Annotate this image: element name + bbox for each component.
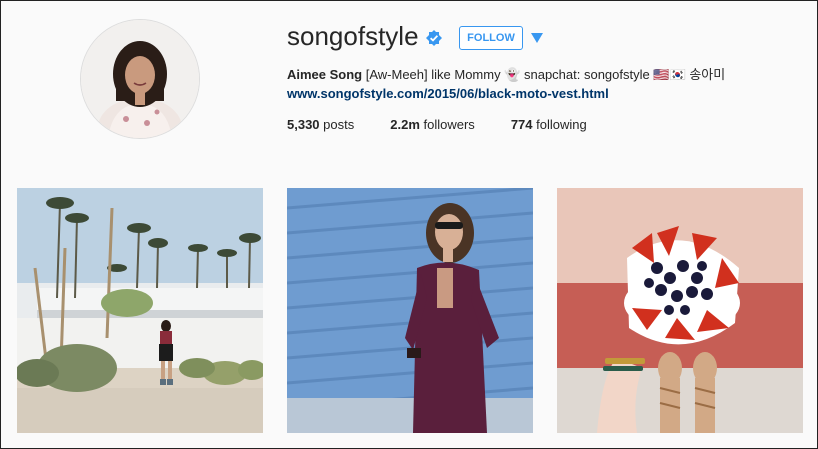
- profile-avatar[interactable]: [80, 19, 200, 139]
- photo-fruit-bowl[interactable]: [557, 188, 803, 433]
- stat-posts: 5,330 posts: [287, 117, 354, 132]
- profile-bio: Aimee Song [Aw-Meeh] like Mommy 👻 snapch…: [287, 64, 725, 83]
- following-count: 774: [510, 117, 533, 132]
- stat-following[interactable]: 774 following: [511, 117, 587, 132]
- photo-blue-wall[interactable]: [287, 188, 533, 433]
- following-label: following: [536, 117, 587, 132]
- followers-count: 2.2m: [390, 117, 420, 132]
- bio-text: [Aw-Meeh] like Mommy 👻 snapchat: songofs…: [362, 67, 726, 82]
- follow-button[interactable]: FOLLOW: [459, 26, 523, 50]
- dropdown-arrow-icon[interactable]: [530, 32, 544, 44]
- profile-website-link[interactable]: www.songofstyle.com/2015/06/black-moto-v…: [287, 86, 609, 101]
- photo-palm-trees[interactable]: [17, 188, 263, 433]
- stat-followers[interactable]: 2.2m followers: [390, 117, 475, 132]
- profile-stats: 5,330 posts 2.2m followers 774 following: [287, 117, 623, 132]
- bio-name: Aimee Song: [287, 67, 363, 82]
- profile-username: songofstyle: [287, 21, 419, 51]
- page-frame: songofstyle FOLLOW Aimee Song [Aw-Meeh] …: [0, 0, 818, 449]
- followers-label: followers: [423, 117, 475, 132]
- posts-count: 5,330: [287, 117, 320, 132]
- verified-badge-icon: [426, 30, 442, 46]
- posts-label: posts: [323, 117, 355, 132]
